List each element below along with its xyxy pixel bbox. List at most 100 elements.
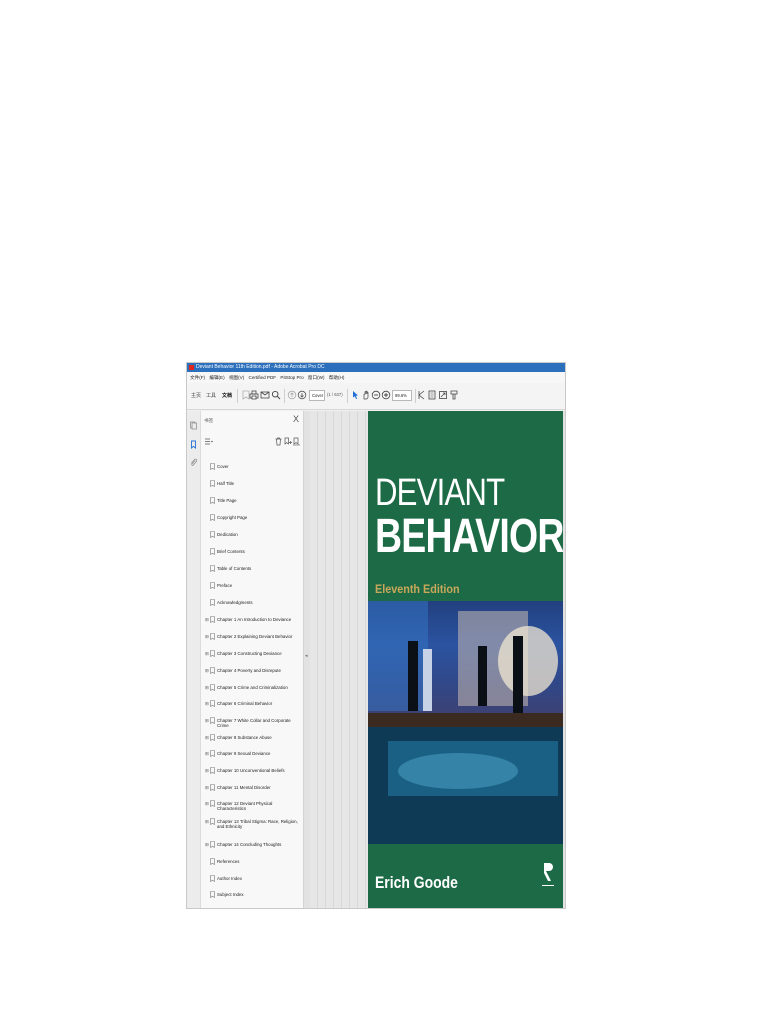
expand-icon[interactable]: ⊞ — [205, 768, 209, 773]
menu-pitstop-pro[interactable]: PitStop Pro — [280, 372, 303, 383]
previous-page-icon[interactable] — [287, 390, 297, 400]
document-area: ◂ DEVIANT BEHAVIOR Eleventh Edition Eric… — [304, 411, 565, 908]
print-icon[interactable] — [249, 390, 259, 400]
menu-edit[interactable]: 编辑(E) — [209, 372, 224, 383]
bookmark-icon — [210, 875, 215, 882]
bookmark-label: Chapter 13 Tribal Stigma: Race, Religion… — [217, 819, 298, 830]
menu-certified-pdf[interactable]: Certified PDF — [249, 372, 277, 383]
bookmarks-toolbar — [201, 435, 303, 449]
bookmark-label: Chapter 3 Constructing Deviance — [217, 651, 282, 656]
expand-icon[interactable]: ⊞ — [205, 842, 209, 847]
expand-icon[interactable]: ⊞ — [205, 651, 209, 656]
bookmark-label: Half Title — [217, 481, 235, 486]
expand-icon[interactable]: ⊞ — [205, 718, 209, 723]
bookmark-icon — [210, 616, 215, 623]
bookmark-label: Chapter 11 Mental Disorder — [217, 785, 271, 790]
expand-icon[interactable]: ⊞ — [205, 617, 209, 622]
bookmark-icon — [210, 818, 215, 825]
bookmark-label: Dedication — [217, 532, 238, 537]
tab-home[interactable]: 主页 — [191, 392, 201, 399]
tab-document[interactable]: 文档 — [222, 392, 232, 399]
bookmark-icon — [210, 684, 215, 691]
bookmark-icon — [210, 717, 215, 724]
cover-author: Erich Goode — [375, 873, 458, 892]
expand-icon[interactable]: ⊞ — [205, 701, 209, 706]
expand-icon[interactable]: ⊞ — [205, 735, 209, 740]
zoom-in-icon[interactable] — [381, 390, 391, 400]
panel-title: 书签 — [204, 418, 214, 423]
expand-icon[interactable]: ⊞ — [205, 668, 209, 673]
collapse-panel-icon[interactable]: ◂ — [305, 653, 308, 659]
bookmark-label: Chapter 8 Substance Abuse — [217, 735, 272, 740]
bookmark-icon — [210, 531, 215, 538]
page-number-input[interactable]: Cover — [309, 390, 325, 401]
bookmark-icon — [210, 667, 215, 674]
acrobat-window: Deviant Behavior 11th Edition.pdf - Adob… — [187, 363, 565, 908]
options-menu-icon[interactable] — [204, 437, 213, 446]
bookmark-label: Chapter 4 Poverty and Disrepute — [217, 668, 281, 673]
bookmark-icon — [210, 700, 215, 707]
page-view-icon[interactable] — [427, 390, 437, 400]
expand-icon[interactable]: ⊞ — [205, 751, 209, 756]
bookmark-label: Acknowledgments — [217, 600, 253, 605]
attachments-icon[interactable] — [189, 458, 198, 467]
expand-icon[interactable]: ⊞ — [205, 685, 209, 690]
email-icon[interactable] — [260, 390, 270, 400]
delete-bookmark-icon[interactable] — [274, 437, 283, 446]
navigation-rail — [187, 411, 201, 908]
expand-icon[interactable]: ⊞ — [205, 801, 209, 806]
toolbar-divider — [284, 389, 285, 403]
bookmark-icon — [210, 784, 215, 791]
zoom-out-icon[interactable] — [371, 390, 381, 400]
book-cover-page: DEVIANT BEHAVIOR Eleventh Edition Erich … — [368, 411, 563, 908]
toolbar-divider — [237, 389, 238, 403]
expand-bookmark-icon[interactable] — [292, 437, 301, 446]
bookmark-icon — [210, 514, 215, 521]
search-icon[interactable] — [271, 390, 281, 400]
bookmark-icon — [210, 565, 215, 572]
menu-help[interactable]: 帮助(H) — [329, 372, 345, 383]
bookmark-icon — [210, 891, 215, 898]
new-bookmark-icon[interactable] — [283, 437, 292, 446]
page-count: (1 / 637) — [327, 392, 343, 397]
expand-icon[interactable]: ⊞ — [205, 634, 209, 639]
page-thumbnails-icon[interactable] — [189, 421, 198, 430]
bookmark-icon — [210, 548, 215, 555]
page-gutter — [310, 411, 368, 908]
bookmark-icon — [210, 650, 215, 657]
fit-page-icon[interactable] — [417, 390, 427, 400]
menu-view[interactable]: 视图(V) — [229, 372, 244, 383]
bookmark-icon — [210, 858, 215, 865]
bookmark-icon — [210, 497, 215, 504]
highlight-tool-icon[interactable] — [449, 390, 459, 400]
close-icon[interactable]: X — [293, 415, 299, 424]
next-page-icon[interactable] — [297, 390, 307, 400]
bookmarks-panel-icon[interactable] — [189, 440, 198, 449]
bookmark-label: Brief Contents — [217, 549, 245, 554]
menu-window[interactable]: 窗口(W) — [308, 372, 325, 383]
bookmark-label: Preface — [217, 583, 233, 588]
zoom-level-select[interactable]: 99.6% — [392, 390, 412, 401]
menu-file[interactable]: 文件(F) — [190, 372, 205, 383]
hand-tool-icon[interactable] — [361, 390, 371, 400]
tab-tools[interactable]: 工具 — [206, 392, 216, 399]
bookmark-icon — [210, 599, 215, 606]
main-toolbar: 主页 工具 文档 Cover (1 / 637) 99.6% — [187, 383, 565, 410]
bookmark-label: Author Index — [217, 876, 242, 881]
bookmark-label: Chapter 6 Criminal Behavior — [217, 701, 273, 706]
bookmark-label: Chapter 12 Deviant Physical Characterist… — [217, 801, 273, 812]
menu-bar: 文件(F) 编辑(E) 视图(V) Certified PDF PitStop … — [187, 372, 565, 383]
bookmark-icon — [210, 582, 215, 589]
cover-photo — [368, 601, 563, 844]
bookmark-label: Cover — [217, 464, 229, 469]
bookmark-label: Table of Contents — [217, 566, 252, 571]
select-cursor-icon[interactable] — [350, 390, 360, 400]
expand-icon[interactable]: ⊞ — [205, 819, 209, 824]
bookmark-label: Copyright Page — [217, 515, 248, 520]
full-screen-icon[interactable] — [438, 390, 448, 400]
bookmark-label: Chapter 1 An Introduction to Deviance — [217, 617, 292, 622]
publisher-logo-icon — [541, 859, 555, 893]
cover-title-line2: BEHAVIOR — [375, 510, 563, 563]
bookmark-label: Chapter 2 Explaining Deviant Behavior — [217, 634, 293, 639]
expand-icon[interactable]: ⊞ — [205, 785, 209, 790]
